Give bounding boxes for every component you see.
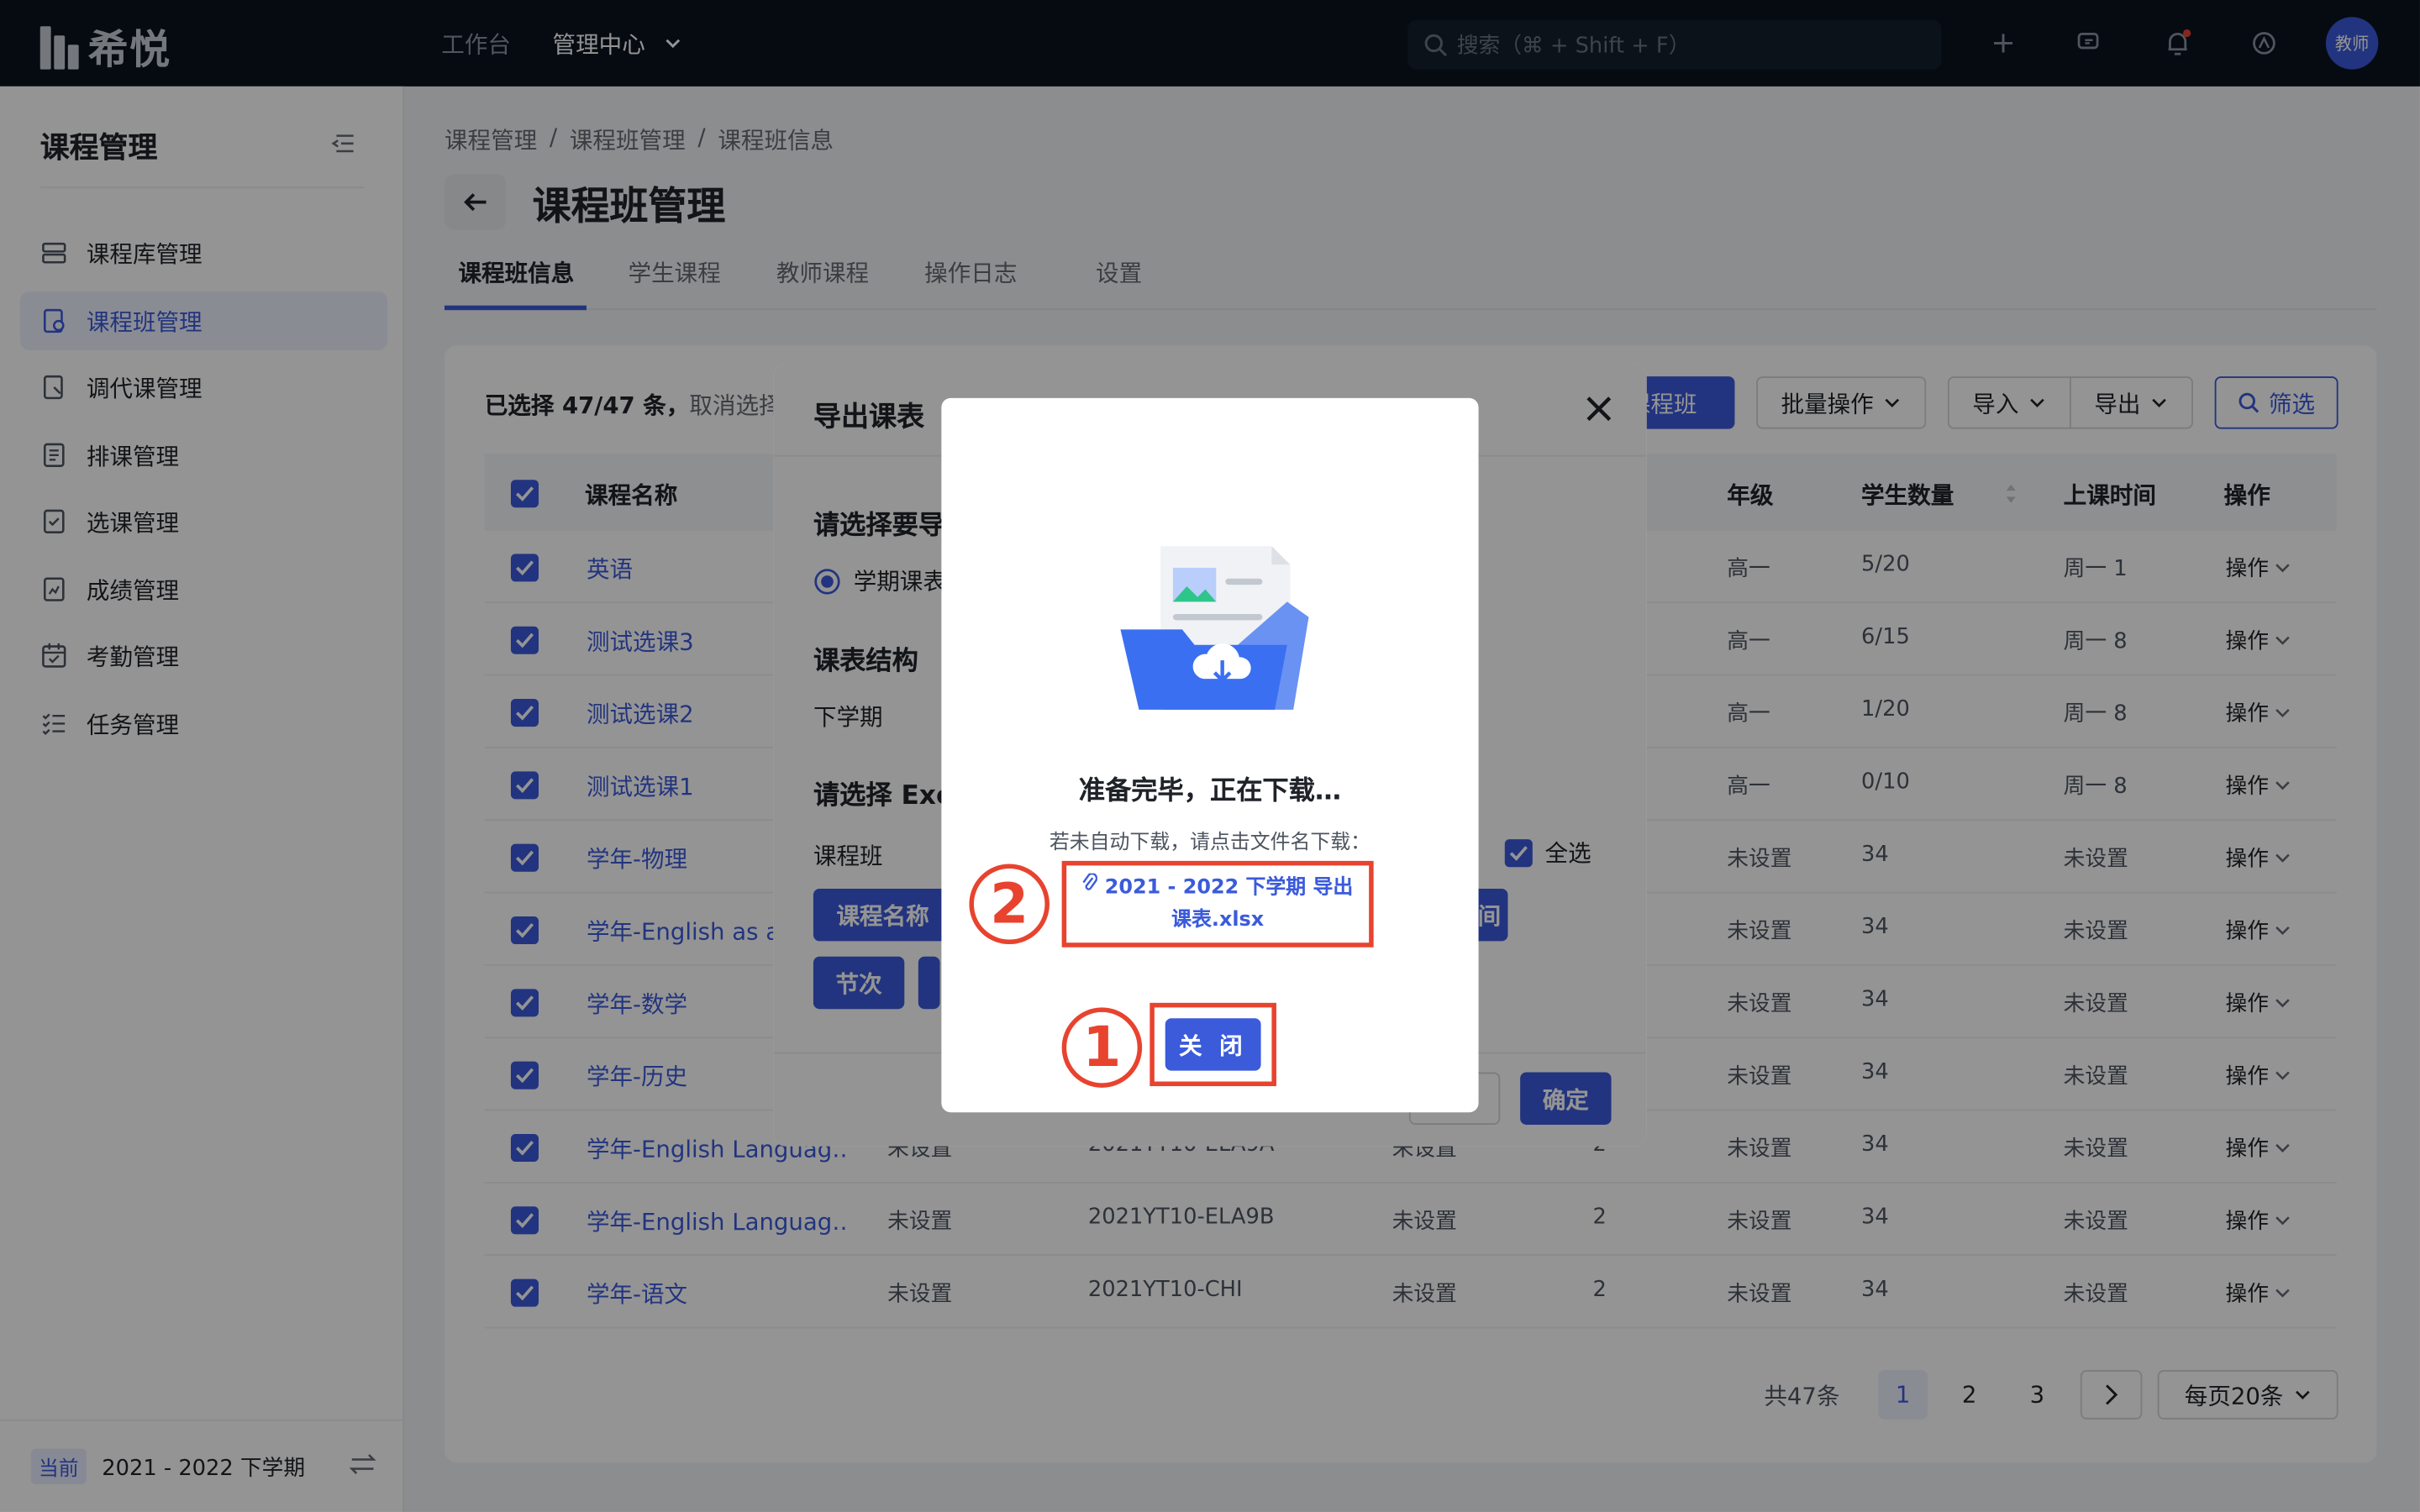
download-file-link[interactable]: 2021 - 2022 下学期 导出课表.xlsx xyxy=(1061,860,1374,948)
file-name: 2021 - 2022 下学期 导出课表.xlsx xyxy=(1104,876,1354,932)
download-status-title: 准备完毕，正在下载… xyxy=(1078,775,1342,807)
callout-1: 1 xyxy=(1061,1007,1143,1088)
download-hint: 若未自动下载，请点击文件名下载： xyxy=(1049,831,1370,855)
download-dialog: 准备完毕，正在下载… 若未自动下载，请点击文件名下载： 2021 - 2022 … xyxy=(941,397,1479,1113)
folder-download-icon xyxy=(1120,546,1309,710)
close-button[interactable]: 关 闭 xyxy=(1165,1018,1261,1071)
close-button-highlight: 关 闭 xyxy=(1150,1002,1276,1087)
paperclip-icon xyxy=(1082,872,1098,890)
callout-2: 2 xyxy=(969,864,1050,945)
